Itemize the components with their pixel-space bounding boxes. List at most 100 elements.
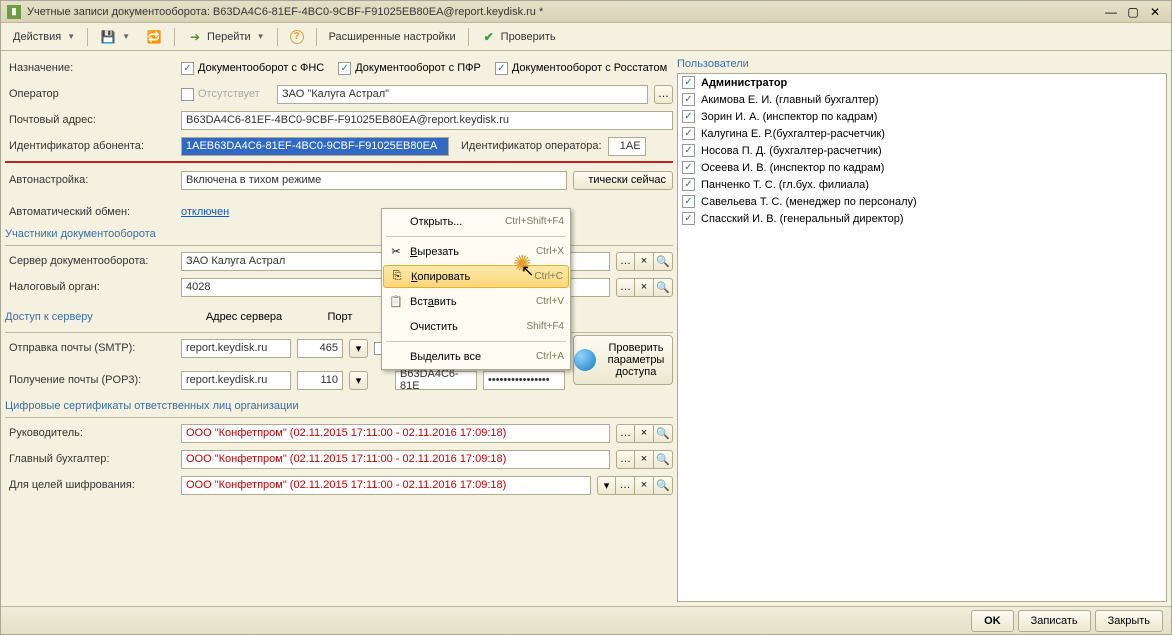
pop3-pass-field[interactable]: ••••••••••••••••: [483, 371, 565, 390]
users-list: Администратор Акимова Е. И. (главный бухг…: [677, 73, 1167, 602]
user-row[interactable]: Савельева Т. С. (менеджер по персоналу): [678, 193, 1166, 210]
user-row[interactable]: Спасский И. В. (генеральный директор): [678, 210, 1166, 227]
check-access-button[interactable]: Проверить параметры доступа: [573, 335, 673, 385]
user-row[interactable]: Акимова Е. И. (главный бухгалтер): [678, 91, 1166, 108]
port-header: Порт: [305, 309, 375, 325]
cert-acc-open-button[interactable]: 🔍: [654, 450, 673, 469]
ctx-select-all[interactable]: Выделить всеCtrl+A: [382, 344, 570, 369]
goto-button[interactable]: ➔Перейти▼: [181, 27, 271, 47]
help-button[interactable]: ?: [284, 28, 310, 46]
user-name: Савельева Т. С. (менеджер по персоналу): [701, 196, 917, 208]
close-button[interactable]: ✕: [1145, 4, 1165, 20]
toolbar: Действия▼ 💾▼ 🔁 ➔Перейти▼ ? Расширенные н…: [1, 23, 1171, 51]
user-row[interactable]: Зорин И. А. (инспектор по кадрам): [678, 108, 1166, 125]
tax-label: Налоговый орган:: [5, 281, 175, 293]
cert-enc-dropdown-button[interactable]: ▾: [597, 476, 616, 495]
user-checkbox[interactable]: [682, 212, 695, 225]
refresh-icon-button[interactable]: 🔁: [140, 27, 168, 47]
doc-server-select-button[interactable]: …: [616, 252, 635, 271]
actions-menu[interactable]: Действия▼: [7, 29, 81, 45]
cert-acc-clear-button[interactable]: ×: [635, 450, 654, 469]
mail-field[interactable]: B63DA4C6-81EF-4BC0-9CBF-F91025EB80EA@rep…: [181, 111, 673, 130]
user-checkbox[interactable]: [682, 178, 695, 191]
rosstat-checkbox[interactable]: Документооборот с Росстатом: [495, 62, 667, 75]
ctx-copy[interactable]: ⎘КопироватьCtrl+C: [383, 265, 569, 288]
ctx-paste[interactable]: 📋ВставитьCtrl+V: [382, 289, 570, 314]
ctx-clear[interactable]: ОчиститьShift+F4: [382, 314, 570, 339]
cert-head-field[interactable]: ООО "Конфетпром" (02.11.2015 17:11:00 - …: [181, 424, 610, 443]
pfr-checkbox[interactable]: Документооборот с ПФР: [338, 62, 481, 75]
pop3-label: Получение почты (POP3):: [5, 374, 175, 386]
smtp-host-field[interactable]: report.keydisk.ru: [181, 339, 291, 358]
smtp-port-spinner[interactable]: ▾: [349, 339, 368, 358]
cert-enc-clear-button[interactable]: ×: [635, 476, 654, 495]
user-row[interactable]: Администратор: [678, 74, 1166, 91]
operator-id-label: Идентификатор оператора:: [461, 140, 602, 152]
autoconf-field[interactable]: Включена в тихом режиме: [181, 171, 567, 190]
operator-select-button[interactable]: …: [654, 85, 673, 104]
subscriber-id-label: Идентификатор абонента:: [5, 140, 175, 152]
save-button[interactable]: Записать: [1018, 610, 1091, 632]
user-checkbox[interactable]: [682, 144, 695, 157]
user-row[interactable]: Панченко Т. С. (гл.бух. филиала): [678, 176, 1166, 193]
user-checkbox[interactable]: [682, 110, 695, 123]
save-icon-button[interactable]: 💾▼: [94, 27, 136, 47]
mail-label: Почтовый адрес:: [5, 114, 175, 126]
pop3-port-field[interactable]: 110: [297, 371, 343, 390]
user-name: Зорин И. А. (инспектор по кадрам): [701, 111, 877, 123]
app-icon: ▮: [7, 5, 21, 19]
user-checkbox[interactable]: [682, 76, 695, 89]
user-checkbox[interactable]: [682, 195, 695, 208]
pop3-host-field[interactable]: report.keydisk.ru: [181, 371, 291, 390]
minimize-button[interactable]: —: [1101, 4, 1121, 20]
autoconf-label: Автонастройка:: [5, 174, 175, 186]
extended-settings-button[interactable]: Расширенные настройки: [323, 29, 462, 45]
purpose-label: Назначение:: [5, 62, 175, 74]
right-pane: Пользователи АдминистраторАкимова Е. И. …: [677, 55, 1167, 602]
fns-checkbox[interactable]: Документооборот с ФНС: [181, 62, 324, 75]
tax-open-button[interactable]: 🔍: [654, 278, 673, 297]
main-window: ▮ Учетные записи документооборота: B63DA…: [0, 0, 1172, 635]
cut-icon: ✂: [388, 245, 404, 258]
user-row[interactable]: Осеева И. В. (инспектор по кадрам): [678, 159, 1166, 176]
user-row[interactable]: Калугина Е. Р.(бухгалтер-расчетчик): [678, 125, 1166, 142]
doc-server-clear-button[interactable]: ×: [635, 252, 654, 271]
doc-server-open-button[interactable]: 🔍: [654, 252, 673, 271]
ok-button[interactable]: OK: [971, 610, 1014, 632]
operator-field[interactable]: ЗАО "Калуга Астрал": [277, 85, 648, 104]
cert-head-clear-button[interactable]: ×: [635, 424, 654, 443]
operator-id-field[interactable]: 1AE: [608, 137, 646, 156]
participants-title: Участники документооборота: [5, 225, 673, 243]
user-name: Калугина Е. Р.(бухгалтер-расчетчик): [701, 128, 885, 140]
user-row[interactable]: Носова П. Д. (бухгалтер-расчетчик): [678, 142, 1166, 159]
smtp-port-field[interactable]: 465: [297, 339, 343, 358]
copy-icon: ⎘: [389, 270, 405, 283]
maximize-button[interactable]: ▢: [1123, 4, 1143, 20]
user-checkbox[interactable]: [682, 93, 695, 106]
ctx-open[interactable]: Открыть...Ctrl+Shift+F4: [382, 209, 570, 234]
cert-enc-open-button[interactable]: 🔍: [654, 476, 673, 495]
operator-absent-checkbox[interactable]: Отсутствует: [181, 88, 271, 101]
tax-clear-button[interactable]: ×: [635, 278, 654, 297]
user-name: Акимова Е. И. (главный бухгалтер): [701, 94, 879, 106]
user-checkbox[interactable]: [682, 161, 695, 174]
subscriber-id-field[interactable]: 1AEB63DA4C6-81EF-4BC0-9CBF-F91025EB80EA: [181, 137, 449, 156]
cert-enc-field[interactable]: ООО "Конфетпром" (02.11.2015 17:11:00 - …: [181, 476, 591, 495]
ctx-cut[interactable]: ✂ВырезатьCtrl+X: [382, 239, 570, 264]
cert-enc-select-button[interactable]: …: [616, 476, 635, 495]
autoconf-now-button[interactable]: тически сейчас: [573, 171, 673, 190]
smtp-label: Отправка почты (SMTP):: [5, 342, 175, 354]
cert-acc-field[interactable]: ООО "Конфетпром" (02.11.2015 17:11:00 - …: [181, 450, 610, 469]
goto-icon: ➔: [187, 29, 203, 45]
cert-head-select-button[interactable]: …: [616, 424, 635, 443]
pop3-port-spinner[interactable]: ▾: [349, 371, 368, 390]
tax-select-button[interactable]: …: [616, 278, 635, 297]
cert-acc-select-button[interactable]: …: [616, 450, 635, 469]
check-button[interactable]: ✔Проверить: [475, 27, 562, 47]
cert-head-open-button[interactable]: 🔍: [654, 424, 673, 443]
auto-exchange-link[interactable]: отключен: [181, 206, 229, 218]
pop3-user-field[interactable]: B63DA4C6-81E: [395, 371, 477, 390]
user-checkbox[interactable]: [682, 127, 695, 140]
close-footer-button[interactable]: Закрыть: [1095, 610, 1163, 632]
magnifier-icon: 🔍: [656, 479, 670, 492]
